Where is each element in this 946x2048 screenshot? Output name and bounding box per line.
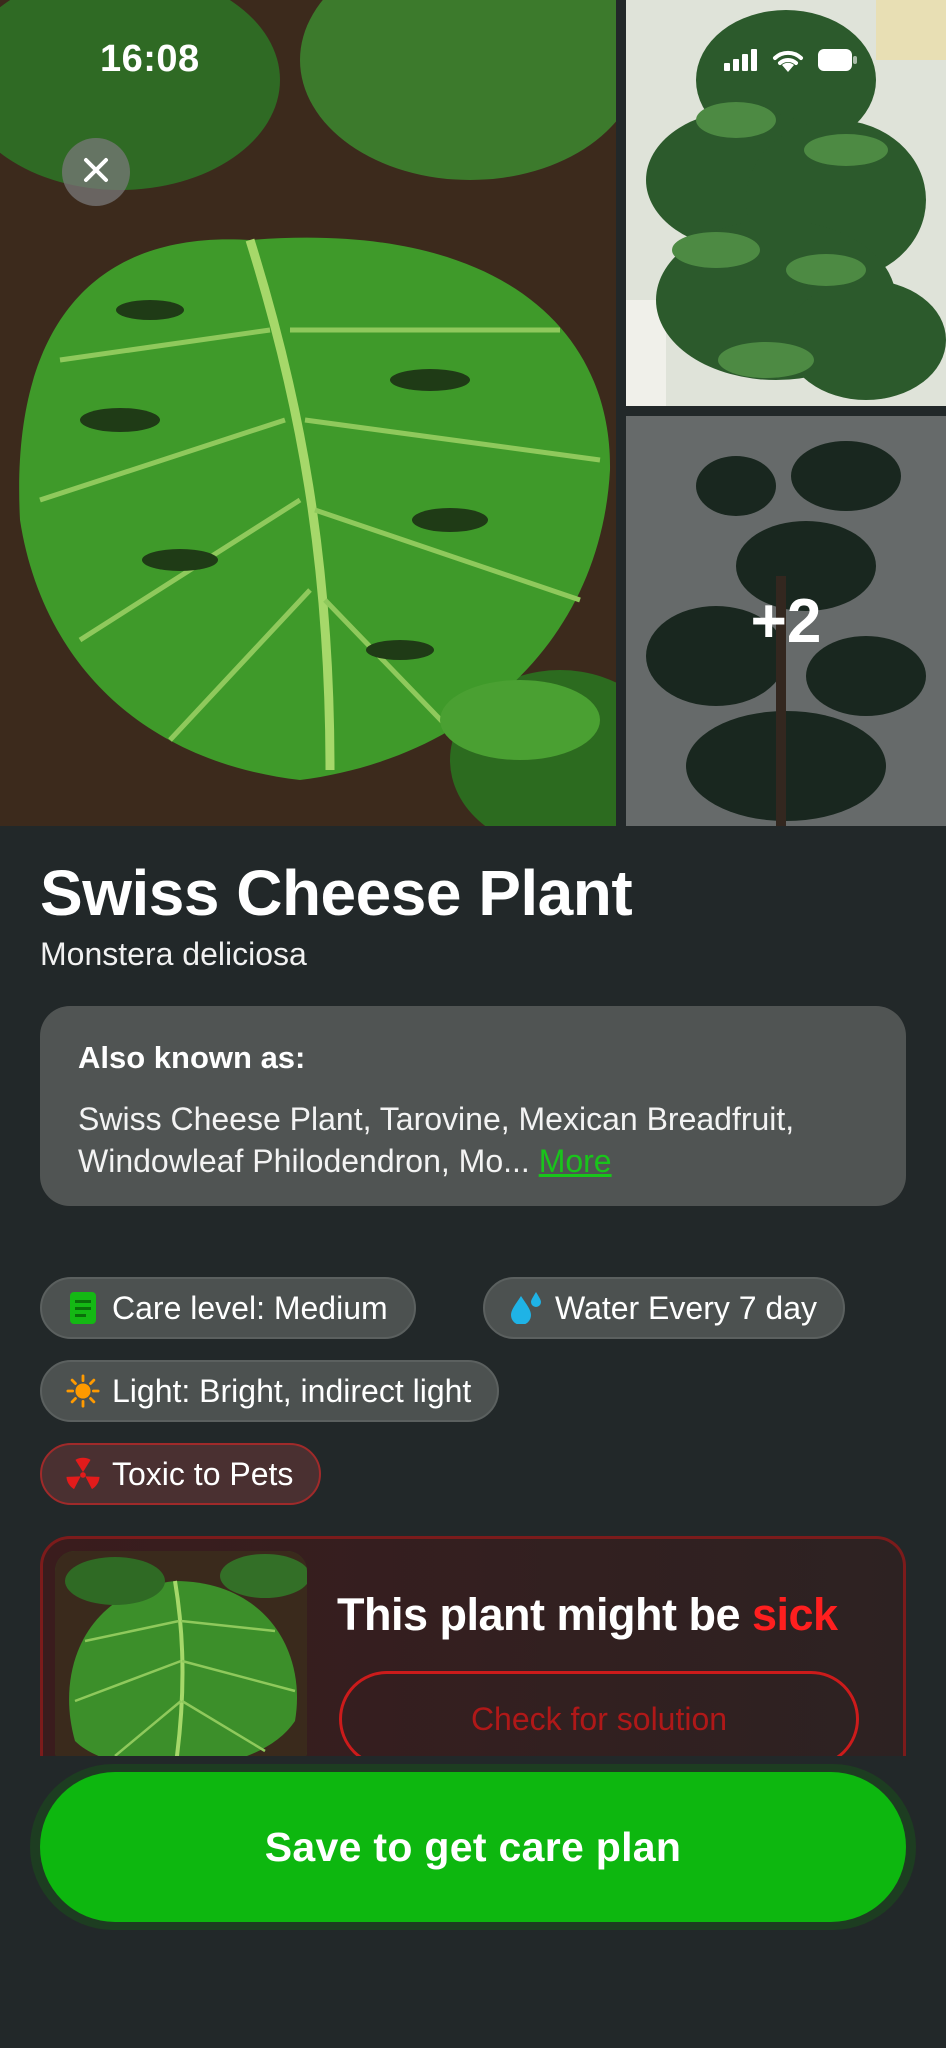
care-level-label: Care level: Medium bbox=[112, 1289, 388, 1326]
more-link[interactable]: More bbox=[539, 1143, 612, 1179]
also-known-as-title: Also known as: bbox=[78, 1040, 306, 1075]
wifi-icon bbox=[772, 48, 804, 77]
close-button[interactable] bbox=[62, 138, 130, 206]
health-leaf-image bbox=[55, 1551, 307, 1756]
toxic-label: Toxic to Pets bbox=[112, 1455, 294, 1492]
main-plant-photo[interactable] bbox=[0, 0, 616, 826]
check-solution-button[interactable]: Check for solution bbox=[339, 1671, 859, 1756]
health-warning-highlight: sick bbox=[752, 1589, 838, 1640]
plant-common-name: Swiss Cheese Plant bbox=[40, 857, 633, 929]
health-warning-prefix: This plant might be bbox=[337, 1589, 752, 1640]
monstera-leaf-image bbox=[0, 0, 616, 826]
also-known-as-names: Swiss Cheese Plant, Tarovine, Mexican Br… bbox=[78, 1101, 795, 1179]
light-label: Light: Bright, indirect light bbox=[112, 1372, 472, 1409]
plant-photo-3[interactable]: +2 bbox=[626, 416, 946, 826]
toxic-icon bbox=[66, 1457, 100, 1491]
close-icon bbox=[83, 157, 109, 188]
more-photos-count[interactable]: +2 bbox=[626, 416, 946, 826]
plant-health-card: This plant might be sick Check for solut… bbox=[40, 1536, 906, 1756]
toxic-chip[interactable]: Toxic to Pets bbox=[40, 1443, 322, 1505]
signal-icon bbox=[724, 49, 758, 76]
light-chip[interactable]: Light: Bright, indirect light bbox=[40, 1360, 500, 1422]
also-known-as-text: Swiss Cheese Plant, Tarovine, Mexican Br… bbox=[78, 1098, 868, 1182]
save-care-plan-button[interactable]: Save to get care plan bbox=[40, 1772, 906, 1922]
care-level-icon bbox=[66, 1291, 100, 1325]
health-thumbnail bbox=[55, 1551, 307, 1756]
water-label: Water Every 7 day bbox=[555, 1289, 818, 1326]
water-chip[interactable]: Water Every 7 day bbox=[483, 1277, 846, 1339]
sun-icon bbox=[66, 1374, 100, 1408]
health-warning-title: This plant might be sick bbox=[337, 1589, 838, 1641]
status-time: 16:08 bbox=[100, 38, 200, 80]
water-drop-icon bbox=[509, 1291, 543, 1325]
status-icons bbox=[724, 48, 858, 77]
plant-scientific-name: Monstera deliciosa bbox=[40, 936, 307, 972]
also-known-as-card: Also known as: Swiss Cheese Plant, Tarov… bbox=[40, 1006, 906, 1206]
battery-icon bbox=[818, 49, 858, 76]
photo-gallery: +2 bbox=[0, 0, 946, 826]
care-level-chip[interactable]: Care level: Medium bbox=[40, 1277, 416, 1339]
